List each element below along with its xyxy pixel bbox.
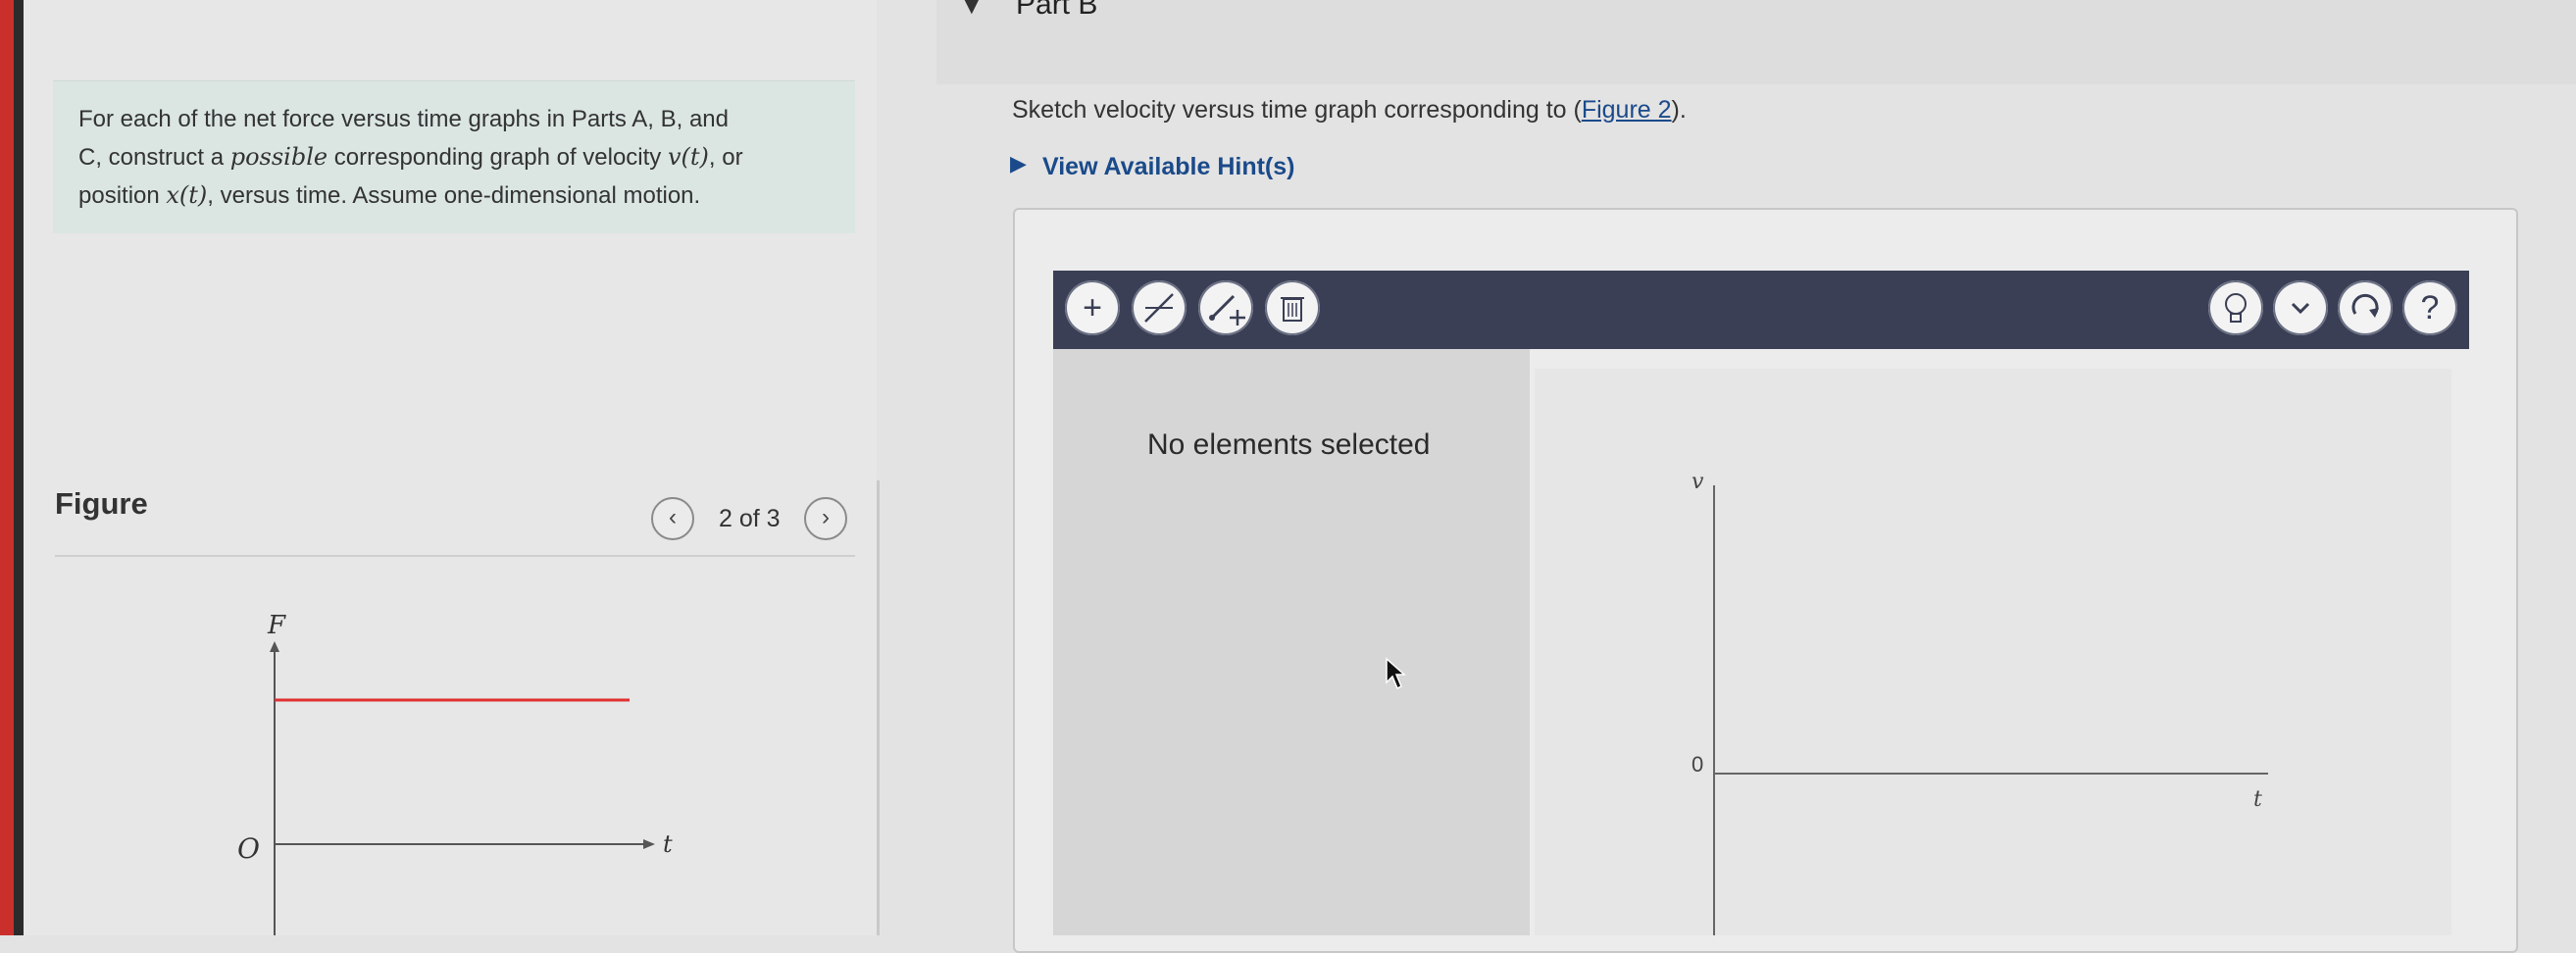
origin-label: O bbox=[237, 832, 260, 865]
window-edge-dark bbox=[14, 0, 24, 935]
problem-intro: For each of the net force versus time gr… bbox=[53, 80, 855, 233]
add-point-icon bbox=[1209, 294, 1245, 326]
draw-line-button[interactable] bbox=[1132, 280, 1187, 335]
figure-title: Figure bbox=[55, 486, 148, 521]
figure-link[interactable]: Figure 2 bbox=[1582, 96, 1672, 124]
options-dropdown-button[interactable] bbox=[2273, 280, 2328, 335]
prev-figure-button[interactable]: ‹ bbox=[651, 497, 694, 540]
zero-label: 0 bbox=[1692, 752, 1703, 777]
intro-line-2: C, construct a possible corresponding gr… bbox=[78, 143, 743, 171]
window-edge-red bbox=[0, 0, 14, 935]
mouse-cursor-icon bbox=[1386, 657, 1406, 690]
intro-line-3: position x(t), versus time. Assume one-d… bbox=[78, 181, 701, 209]
view-hints-link[interactable]: View Available Hint(s) bbox=[1042, 153, 1294, 181]
reset-button[interactable] bbox=[2338, 280, 2393, 335]
next-figure-button[interactable]: › bbox=[804, 497, 847, 540]
force-time-graph: F O t bbox=[237, 611, 673, 935]
figure-divider bbox=[55, 555, 855, 557]
chevron-down-icon bbox=[2291, 302, 2310, 315]
add-point-button[interactable] bbox=[1198, 280, 1253, 335]
add-element-button[interactable]: + bbox=[1065, 280, 1120, 335]
collapse-part-icon[interactable]: ▼ bbox=[959, 0, 985, 21]
part-prompt: Sketch velocity versus time graph corres… bbox=[1012, 96, 1687, 124]
part-header-bar bbox=[936, 0, 2576, 84]
graph-toolbar: + ? bbox=[1053, 271, 2469, 349]
chevron-left-icon: ‹ bbox=[669, 504, 677, 530]
velocity-time-graph[interactable]: v 0 t bbox=[1535, 461, 2451, 935]
help-icon: ? bbox=[2420, 289, 2440, 326]
force-axis-arrow bbox=[270, 641, 279, 652]
trash-icon bbox=[1281, 297, 1304, 322]
time-axis-label-v: t bbox=[2253, 787, 2262, 812]
help-button[interactable]: ? bbox=[2402, 280, 2457, 335]
delete-button[interactable] bbox=[1265, 280, 1320, 335]
hint-expand-icon[interactable]: ▶ bbox=[1010, 151, 1027, 176]
time-axis-label: t bbox=[663, 830, 673, 858]
plus-icon: + bbox=[1083, 289, 1102, 326]
intro-line-1: For each of the net force versus time gr… bbox=[78, 106, 729, 132]
lightbulb-icon bbox=[2225, 293, 2247, 323]
part-title[interactable]: Part B bbox=[1016, 0, 1097, 22]
chevron-right-icon: › bbox=[822, 504, 830, 530]
velocity-axis-label: v bbox=[1692, 470, 1704, 494]
force-axis-label: F bbox=[267, 611, 286, 640]
panel-divider bbox=[877, 480, 880, 935]
figure-pager: 2 of 3 bbox=[719, 505, 781, 532]
line-tool-icon bbox=[1144, 293, 1174, 323]
hint-button[interactable] bbox=[2208, 280, 2263, 335]
time-axis-arrow bbox=[643, 839, 655, 849]
selection-status: No elements selected bbox=[1147, 428, 1431, 461]
reset-icon bbox=[2351, 293, 2379, 318]
